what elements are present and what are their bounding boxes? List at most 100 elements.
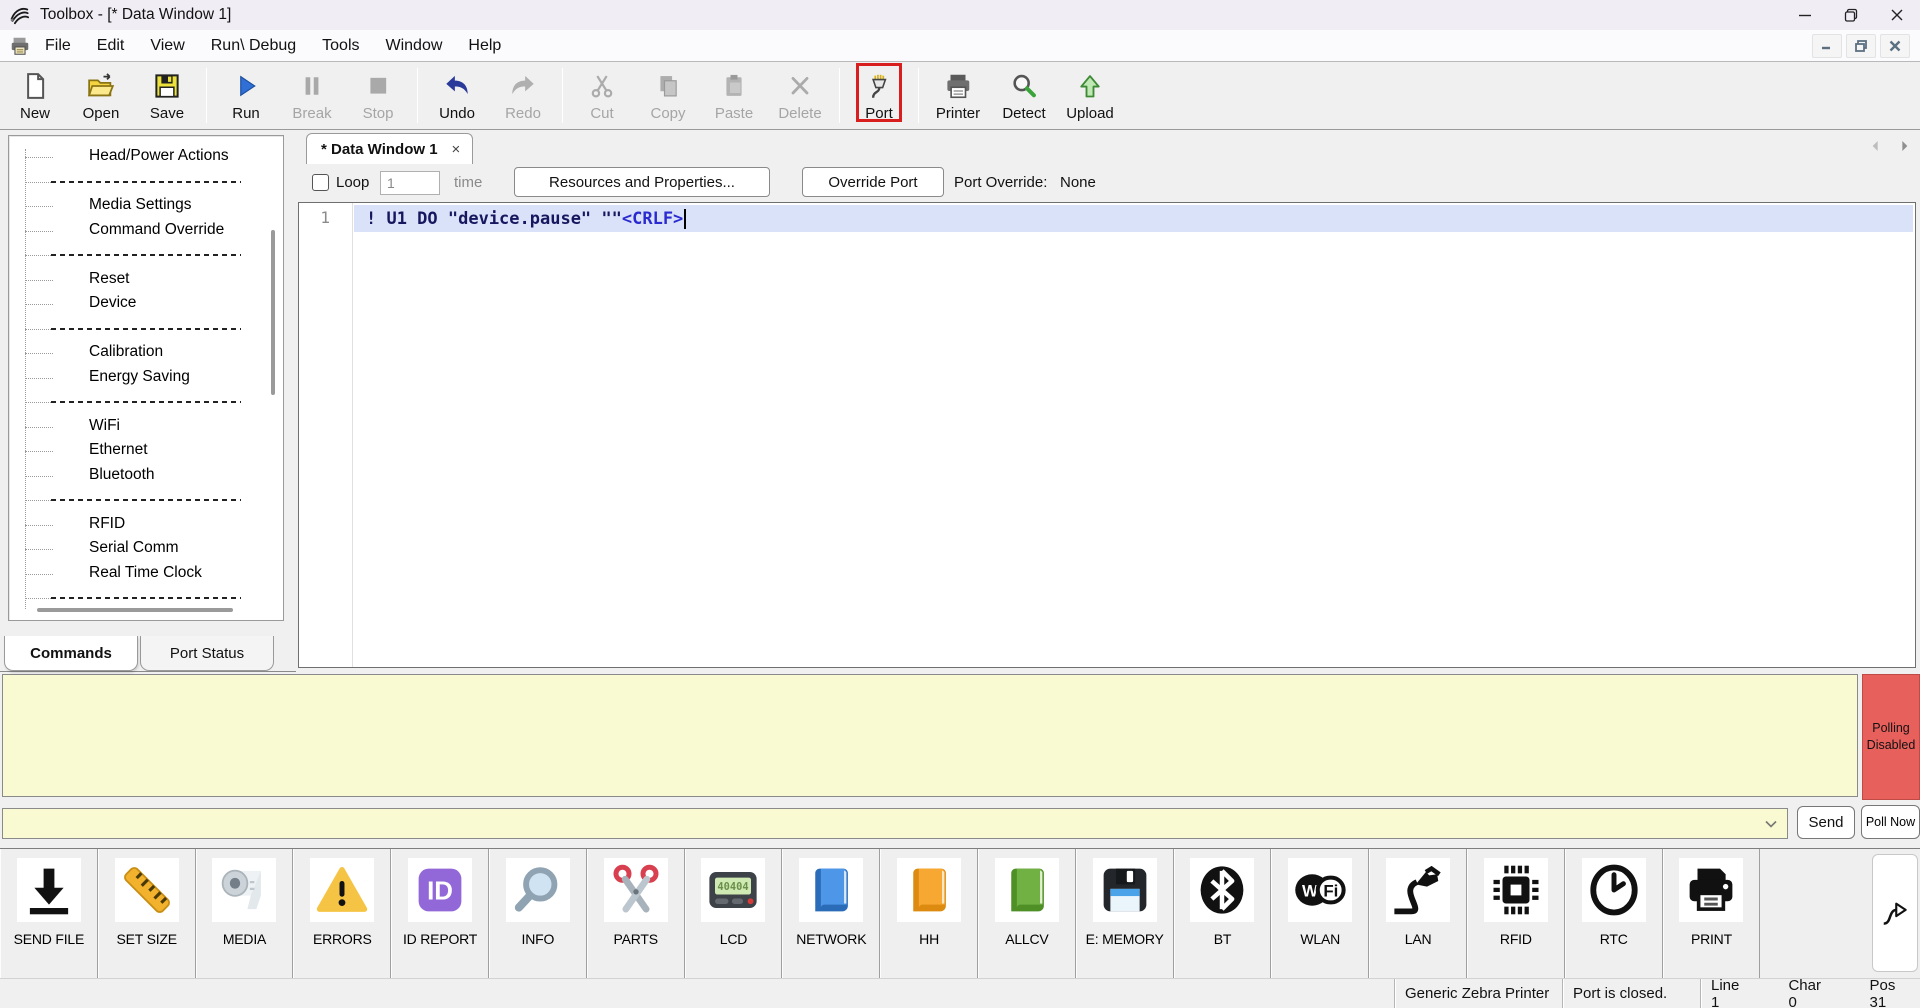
tree-item-wifi[interactable]: WiFi [9,415,283,440]
menu-help[interactable]: Help [455,33,514,59]
bottom-tool-network[interactable]: NETWORK [782,849,880,978]
loop-checkbox[interactable] [312,174,329,191]
bottom-tool-rtc[interactable]: RTC [1565,849,1663,978]
bottom-tool-wlan[interactable]: WiFi WLAN [1271,849,1369,978]
bottom-tool-info[interactable]: INFO [489,849,587,978]
tree-item-head-power-actions[interactable]: Head/Power Actions [9,145,283,170]
tree-item-ethernet[interactable]: Ethernet [9,439,283,464]
tab-scroll-left-icon[interactable] [1866,136,1886,156]
tab-close-icon[interactable]: × [452,141,461,158]
tree-item-reset[interactable]: Reset [9,268,283,293]
menu-window[interactable]: Window [373,33,456,59]
tab-port-status[interactable]: Port Status [140,636,274,671]
bottom-tool-hh[interactable]: HH [880,849,978,978]
main-area: Head/Power Actions Media Settings Comman… [0,130,1920,672]
tree-item-calibration[interactable]: Calibration [9,341,283,366]
toolbar-printer-button[interactable]: Printer [925,62,991,129]
bottom-tool-media[interactable]: MEDIA [196,849,294,978]
mdi-restore-button[interactable] [1846,34,1876,58]
bottom-tool-send-file[interactable]: SEND FILE [0,849,98,978]
bottom-tool-bt[interactable]: BT [1174,849,1272,978]
blue-book-icon [804,863,858,917]
bottom-tool-print[interactable]: PRINT [1663,849,1761,978]
loop-count-input[interactable] [380,171,440,195]
toolbar-paste-button[interactable]: Paste [701,62,767,129]
menu-tools[interactable]: Tools [309,33,372,59]
title-bar: Toolbox - [* Data Window 1] [0,0,1920,30]
menu-edit[interactable]: Edit [84,33,138,59]
tree-item-serial-comm[interactable]: Serial Comm [9,537,283,562]
toolbar-new-button[interactable]: New [2,62,68,129]
toolbar-open-button[interactable]: Open [68,62,134,129]
toolbar-run-button[interactable]: Run [213,62,279,129]
svg-text:Fi: Fi [1324,881,1339,900]
bottom-tool-lan[interactable]: LAN [1369,849,1467,978]
restore-button[interactable] [1828,0,1874,30]
tree-item-real-time-clock[interactable]: Real Time Clock [9,562,283,587]
tab-scroll-right-icon[interactable] [1894,136,1914,156]
minimize-button[interactable] [1782,0,1828,30]
tree-item-media-settings[interactable]: Media Settings [9,194,283,219]
minimize-icon [1797,7,1813,23]
tree-item-energy-saving[interactable]: Energy Saving [9,366,283,391]
bottom-tool-rfid[interactable]: RFID [1467,849,1565,978]
menu-run-debug[interactable]: Run\ Debug [198,33,309,59]
tree-item-bluetooth[interactable]: Bluetooth [9,464,283,489]
toolbar-port-button[interactable]: Port [846,62,912,129]
toolbar-copy-button[interactable]: Copy [635,62,701,129]
toolbar-redo-button[interactable]: Redo [490,62,556,129]
mdi-minimize-button[interactable] [1812,34,1842,58]
toolbar-break-button[interactable]: Break [279,62,345,129]
toolbar-detect-button[interactable]: Detect [991,62,1057,129]
toolbar-separator [839,68,840,123]
tree-item-command-override[interactable]: Command Override [9,219,283,244]
serial-port-icon [865,70,893,102]
menu-file[interactable]: File [32,33,84,59]
bottom-tool-allcv[interactable]: ALLCV [978,849,1076,978]
toolbar-stop-button[interactable]: Stop [345,62,411,129]
tree-vertical-scrollbar[interactable] [271,230,275,395]
override-port-button[interactable]: Override Port [802,167,944,197]
bottom-tool-parts[interactable]: PARTS [587,849,685,978]
bottom-tool-errors[interactable]: ERRORS [293,849,391,978]
poll-now-button[interactable]: Poll Now [1861,805,1920,839]
mdi-close-icon [1888,39,1902,53]
bottom-tool-e-memory[interactable]: E: MEMORY [1076,849,1174,978]
sidebar: Head/Power Actions Media Settings Comman… [0,130,290,672]
delete-x-icon [786,72,814,100]
passthrough-button[interactable] [1872,854,1918,972]
send-button[interactable]: Send [1797,806,1855,839]
chip-icon [1489,863,1543,917]
code-editor[interactable]: 1 ! U1 DO "device.pause" ""<CRLF> [298,202,1916,668]
loop-unit-label: time [454,174,482,191]
toolbar-undo-button[interactable]: Undo [424,62,490,129]
pager-lcd-icon: 40404 [706,863,760,917]
code-line-1[interactable]: ! U1 DO "device.pause" ""<CRLF> [354,205,1913,232]
menu-view[interactable]: View [137,33,197,59]
restore-icon [1843,7,1859,23]
toolbar-upload-button[interactable]: Upload [1057,62,1123,129]
toolbar-save-button[interactable]: Save [134,62,200,129]
code-crlf-tag: <CRLF> [622,209,683,229]
resources-properties-button[interactable]: Resources and Properties... [514,167,770,197]
tab-data-window-1[interactable]: * Data Window 1 × [306,133,473,164]
output-log-area[interactable] [2,674,1858,797]
bottom-tool-set-size[interactable]: SET SIZE [98,849,196,978]
chevron-down-icon[interactable] [1761,814,1781,834]
port-override-label: Port Override: [954,174,1047,191]
tree-item-device[interactable]: Device [9,292,283,317]
tab-commands[interactable]: Commands [4,636,138,671]
polling-status-badge: Polling Disabled [1862,674,1920,800]
bottom-tool-id-report[interactable]: ID ID REPORT [391,849,489,978]
clock-icon [1587,863,1641,917]
toolbar-delete-button[interactable]: Delete [767,62,833,129]
toolbar-cut-button[interactable]: Cut [569,62,635,129]
curved-arrow-icon [1880,898,1910,928]
mdi-close-button[interactable] [1880,34,1910,58]
tree-horizontal-scrollbar[interactable] [37,608,233,612]
close-button[interactable] [1874,0,1920,30]
bottom-tool-lcd[interactable]: 40404 LCD [685,849,783,978]
send-input[interactable] [3,809,1753,838]
tree-item-rfid[interactable]: RFID [9,513,283,538]
status-pos: Pos 31 [1870,977,1911,1008]
